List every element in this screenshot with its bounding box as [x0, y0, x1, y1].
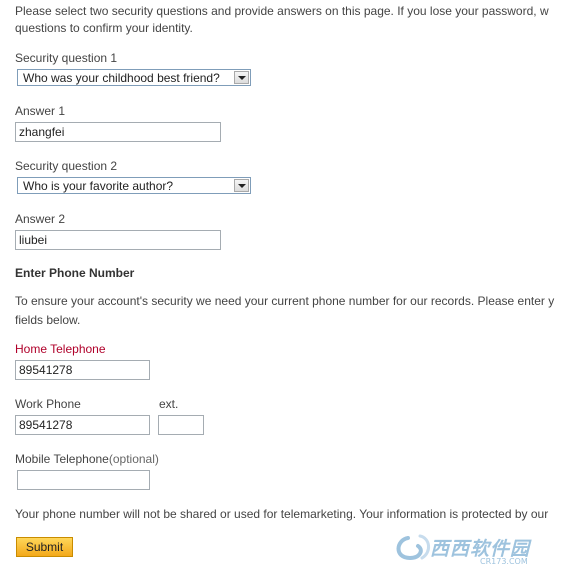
chevron-down-icon[interactable]	[234, 179, 249, 192]
security-question-2-select[interactable]: Who is your favorite author?	[17, 177, 251, 194]
intro-line-1: Please select two security questions and…	[15, 4, 549, 18]
work-phone-input[interactable]	[15, 415, 150, 435]
chevron-down-icon[interactable]	[234, 71, 249, 84]
security-question-1-select[interactable]: Who was your childhood best friend?	[17, 69, 251, 86]
phone-section-heading: Enter Phone Number	[15, 266, 135, 280]
extension-input[interactable]	[158, 415, 204, 435]
phone-description-line-2: fields below.	[15, 313, 81, 327]
mobile-telephone-label: Mobile Telephone(optional)	[15, 452, 159, 466]
phone-description-line-1: To ensure your account's security we nee…	[15, 294, 555, 308]
submit-button[interactable]: Submit	[16, 537, 73, 557]
mobile-telephone-input[interactable]	[17, 470, 150, 490]
extension-label: ext.	[159, 397, 179, 411]
security-question-2-value: Who is your favorite author?	[23, 179, 174, 193]
mobile-telephone-label-text: Mobile Telephone	[15, 452, 109, 466]
security-question-1-label: Security question 1	[15, 51, 118, 65]
security-question-2-label: Security question 2	[15, 159, 118, 173]
watermark-logo: 西西软件园 CR173.COM	[390, 528, 562, 568]
home-telephone-input[interactable]	[15, 360, 150, 380]
answer-1-label: Answer 1	[15, 104, 66, 118]
answer-1-input[interactable]	[15, 122, 221, 142]
work-phone-label: Work Phone	[15, 397, 81, 411]
watermark-subtext: CR173.COM	[480, 557, 528, 566]
intro-line-2: questions to confirm your identity.	[15, 21, 193, 35]
optional-hint: (optional)	[108, 452, 159, 466]
home-telephone-label: Home Telephone	[15, 342, 106, 356]
answer-2-input[interactable]	[15, 230, 221, 250]
privacy-note: Your phone number will not be shared or …	[15, 507, 549, 521]
security-question-1-value: Who was your childhood best friend?	[23, 71, 220, 85]
answer-2-label: Answer 2	[15, 212, 66, 226]
